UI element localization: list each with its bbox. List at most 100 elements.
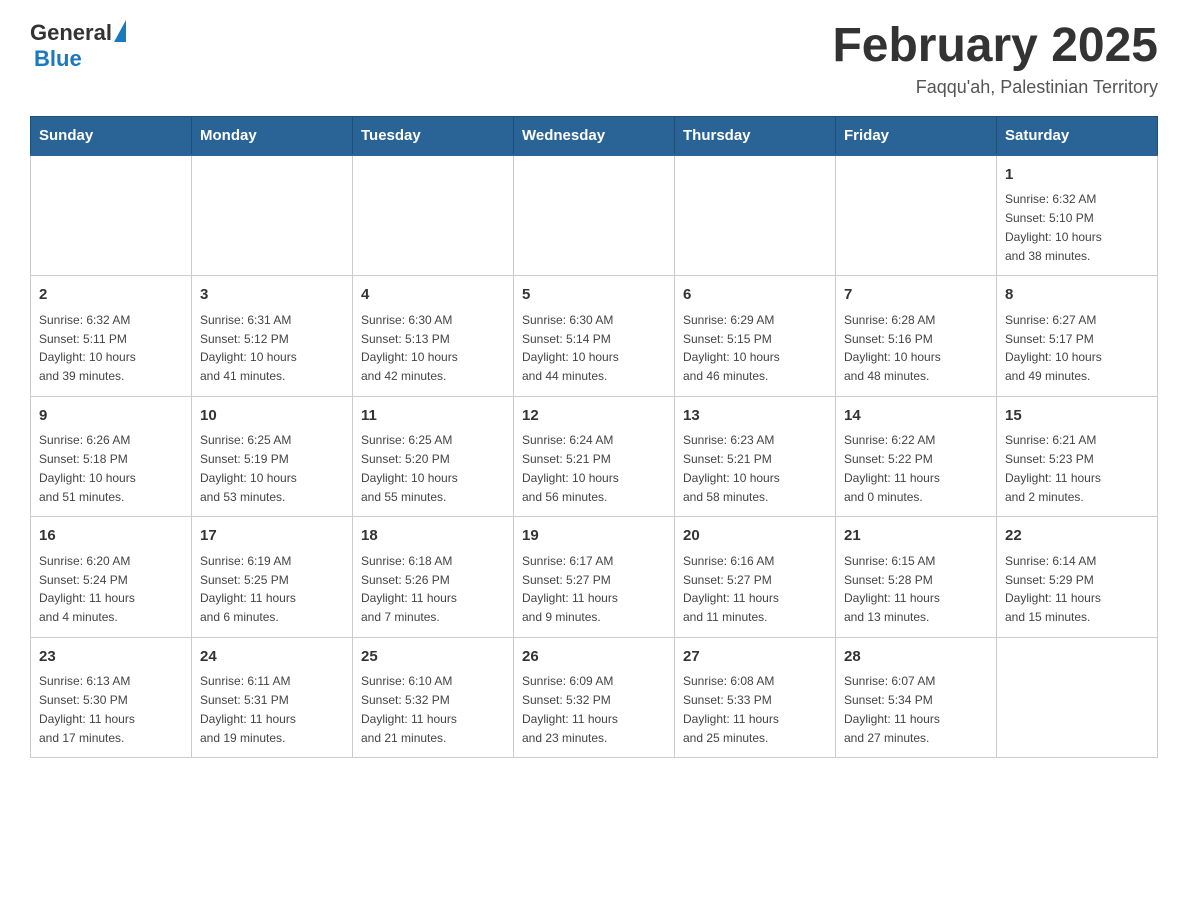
day-info: Sunrise: 6:32 AM Sunset: 5:11 PM Dayligh… [39,313,136,383]
day-number: 28 [844,646,988,669]
calendar-cell: 1 Sunrise: 6:32 AM Sunset: 5:10 PM Daylig… [997,155,1158,276]
day-info: Sunrise: 6:19 AM Sunset: 5:25 PM Dayligh… [200,554,296,624]
calendar-cell: 24 Sunrise: 6:11 AM Sunset: 5:31 PM Dayli… [192,637,353,758]
calendar-cell: 5Sunrise: 6:30 AM Sunset: 5:14 PM Daylig… [514,276,675,397]
day-info: Sunrise: 6:31 AM Sunset: 5:12 PM Dayligh… [200,313,297,383]
day-info: Sunrise: 6:20 AM Sunset: 5:24 PM Dayligh… [39,554,135,624]
day-number: 22 [1005,525,1149,548]
calendar-cell: 26 Sunrise: 6:09 AM Sunset: 5:32 PM Dayli… [514,637,675,758]
day-number: 2 [39,284,183,307]
calendar-cell: 28 Sunrise: 6:07 AM Sunset: 5:34 PM Dayli… [836,637,997,758]
day-number: 23 [39,646,183,669]
calendar-cell: 20Sunrise: 6:16 AM Sunset: 5:27 PM Dayli… [675,517,836,638]
day-number: 21 [844,525,988,548]
title-block: February 2025 Faqqu'ah, Palestinian Terr… [832,20,1158,98]
calendar-week-5: 23 Sunrise: 6:13 AM Sunset: 5:30 PM Dayli… [31,637,1158,758]
calendar-cell: 25 Sunrise: 6:10 AM Sunset: 5:32 PM Dayli… [353,637,514,758]
logo: General Blue [30,20,126,72]
day-number: 3 [200,284,344,307]
day-info: Sunrise: 6:24 AM Sunset: 5:21 PM Dayligh… [522,433,619,503]
calendar-cell: 23 Sunrise: 6:13 AM Sunset: 5:30 PM Dayli… [31,637,192,758]
calendar-cell: 9Sunrise: 6:26 AM Sunset: 5:18 PM Daylig… [31,396,192,517]
day-number: 19 [522,525,666,548]
day-info: Sunrise: 6:21 AM Sunset: 5:23 PM Dayligh… [1005,433,1101,503]
weekday-header-friday: Friday [836,116,997,155]
page-header: General Blue February 2025 Faqqu'ah, Pal… [30,20,1158,98]
calendar-cell: 15Sunrise: 6:21 AM Sunset: 5:23 PM Dayli… [997,396,1158,517]
day-info: Sunrise: 6:11 AM Sunset: 5:31 PM Dayligh… [200,674,296,744]
day-info: Sunrise: 6:17 AM Sunset: 5:27 PM Dayligh… [522,554,618,624]
logo-text-general: General [30,20,112,46]
day-number: 13 [683,405,827,428]
calendar-cell: 3 Sunrise: 6:31 AM Sunset: 5:12 PM Daylig… [192,276,353,397]
calendar-cell: 7 Sunrise: 6:28 AM Sunset: 5:16 PM Daylig… [836,276,997,397]
day-number: 26 [522,646,666,669]
calendar-cell [514,155,675,276]
day-info: Sunrise: 6:14 AM Sunset: 5:29 PM Dayligh… [1005,554,1101,624]
day-info: Sunrise: 6:25 AM Sunset: 5:19 PM Dayligh… [200,433,297,503]
day-info: Sunrise: 6:30 AM Sunset: 5:14 PM Dayligh… [522,313,619,383]
calendar-cell [353,155,514,276]
weekday-header-saturday: Saturday [997,116,1158,155]
day-number: 6 [683,284,827,307]
day-number: 1 [1005,164,1149,187]
weekday-header-monday: Monday [192,116,353,155]
calendar-cell [836,155,997,276]
calendar-week-1: 1 Sunrise: 6:32 AM Sunset: 5:10 PM Daylig… [31,155,1158,276]
day-number: 27 [683,646,827,669]
calendar-cell: 14 Sunrise: 6:22 AM Sunset: 5:22 PM Dayli… [836,396,997,517]
calendar-header: SundayMondayTuesdayWednesdayThursdayFrid… [31,116,1158,155]
day-info: Sunrise: 6:30 AM Sunset: 5:13 PM Dayligh… [361,313,458,383]
day-number: 24 [200,646,344,669]
day-number: 7 [844,284,988,307]
logo-text-blue: Blue [34,46,82,71]
calendar-cell: 12 Sunrise: 6:24 AM Sunset: 5:21 PM Dayli… [514,396,675,517]
day-number: 4 [361,284,505,307]
day-info: Sunrise: 6:23 AM Sunset: 5:21 PM Dayligh… [683,433,780,503]
day-number: 11 [361,405,505,428]
day-info: Sunrise: 6:08 AM Sunset: 5:33 PM Dayligh… [683,674,779,744]
calendar-cell: 21 Sunrise: 6:15 AM Sunset: 5:28 PM Dayli… [836,517,997,638]
day-number: 25 [361,646,505,669]
day-info: Sunrise: 6:27 AM Sunset: 5:17 PM Dayligh… [1005,313,1102,383]
logo-triangle-icon [114,20,126,42]
day-info: Sunrise: 6:13 AM Sunset: 5:30 PM Dayligh… [39,674,135,744]
day-info: Sunrise: 6:22 AM Sunset: 5:22 PM Dayligh… [844,433,940,503]
day-info: Sunrise: 6:25 AM Sunset: 5:20 PM Dayligh… [361,433,458,503]
calendar-cell: 19 Sunrise: 6:17 AM Sunset: 5:27 PM Dayli… [514,517,675,638]
calendar-cell: 22 Sunrise: 6:14 AM Sunset: 5:29 PM Dayli… [997,517,1158,638]
day-info: Sunrise: 6:10 AM Sunset: 5:32 PM Dayligh… [361,674,457,744]
day-number: 8 [1005,284,1149,307]
calendar-cell [31,155,192,276]
day-number: 10 [200,405,344,428]
calendar-week-4: 16Sunrise: 6:20 AM Sunset: 5:24 PM Dayli… [31,517,1158,638]
calendar-week-3: 9Sunrise: 6:26 AM Sunset: 5:18 PM Daylig… [31,396,1158,517]
day-info: Sunrise: 6:28 AM Sunset: 5:16 PM Dayligh… [844,313,941,383]
weekday-header-sunday: Sunday [31,116,192,155]
calendar-cell: 10 Sunrise: 6:25 AM Sunset: 5:19 PM Dayli… [192,396,353,517]
calendar-cell: 4 Sunrise: 6:30 AM Sunset: 5:13 PM Daylig… [353,276,514,397]
day-number: 14 [844,405,988,428]
calendar-cell [675,155,836,276]
calendar-cell [192,155,353,276]
day-number: 12 [522,405,666,428]
calendar-cell: 18 Sunrise: 6:18 AM Sunset: 5:26 PM Dayli… [353,517,514,638]
weekday-header-wednesday: Wednesday [514,116,675,155]
day-info: Sunrise: 6:07 AM Sunset: 5:34 PM Dayligh… [844,674,940,744]
day-info: Sunrise: 6:15 AM Sunset: 5:28 PM Dayligh… [844,554,940,624]
weekday-header-thursday: Thursday [675,116,836,155]
day-info: Sunrise: 6:09 AM Sunset: 5:32 PM Dayligh… [522,674,618,744]
day-info: Sunrise: 6:18 AM Sunset: 5:26 PM Dayligh… [361,554,457,624]
calendar-table: SundayMondayTuesdayWednesdayThursdayFrid… [30,116,1158,759]
day-number: 17 [200,525,344,548]
day-info: Sunrise: 6:29 AM Sunset: 5:15 PM Dayligh… [683,313,780,383]
calendar-cell: 17 Sunrise: 6:19 AM Sunset: 5:25 PM Dayli… [192,517,353,638]
calendar-cell: 2 Sunrise: 6:32 AM Sunset: 5:11 PM Daylig… [31,276,192,397]
calendar-body: 1 Sunrise: 6:32 AM Sunset: 5:10 PM Daylig… [31,155,1158,758]
calendar-cell: 13 Sunrise: 6:23 AM Sunset: 5:21 PM Dayli… [675,396,836,517]
calendar-week-2: 2 Sunrise: 6:32 AM Sunset: 5:11 PM Daylig… [31,276,1158,397]
day-info: Sunrise: 6:32 AM Sunset: 5:10 PM Dayligh… [1005,192,1102,262]
calendar-cell: 11 Sunrise: 6:25 AM Sunset: 5:20 PM Dayli… [353,396,514,517]
day-number: 18 [361,525,505,548]
weekday-header-tuesday: Tuesday [353,116,514,155]
